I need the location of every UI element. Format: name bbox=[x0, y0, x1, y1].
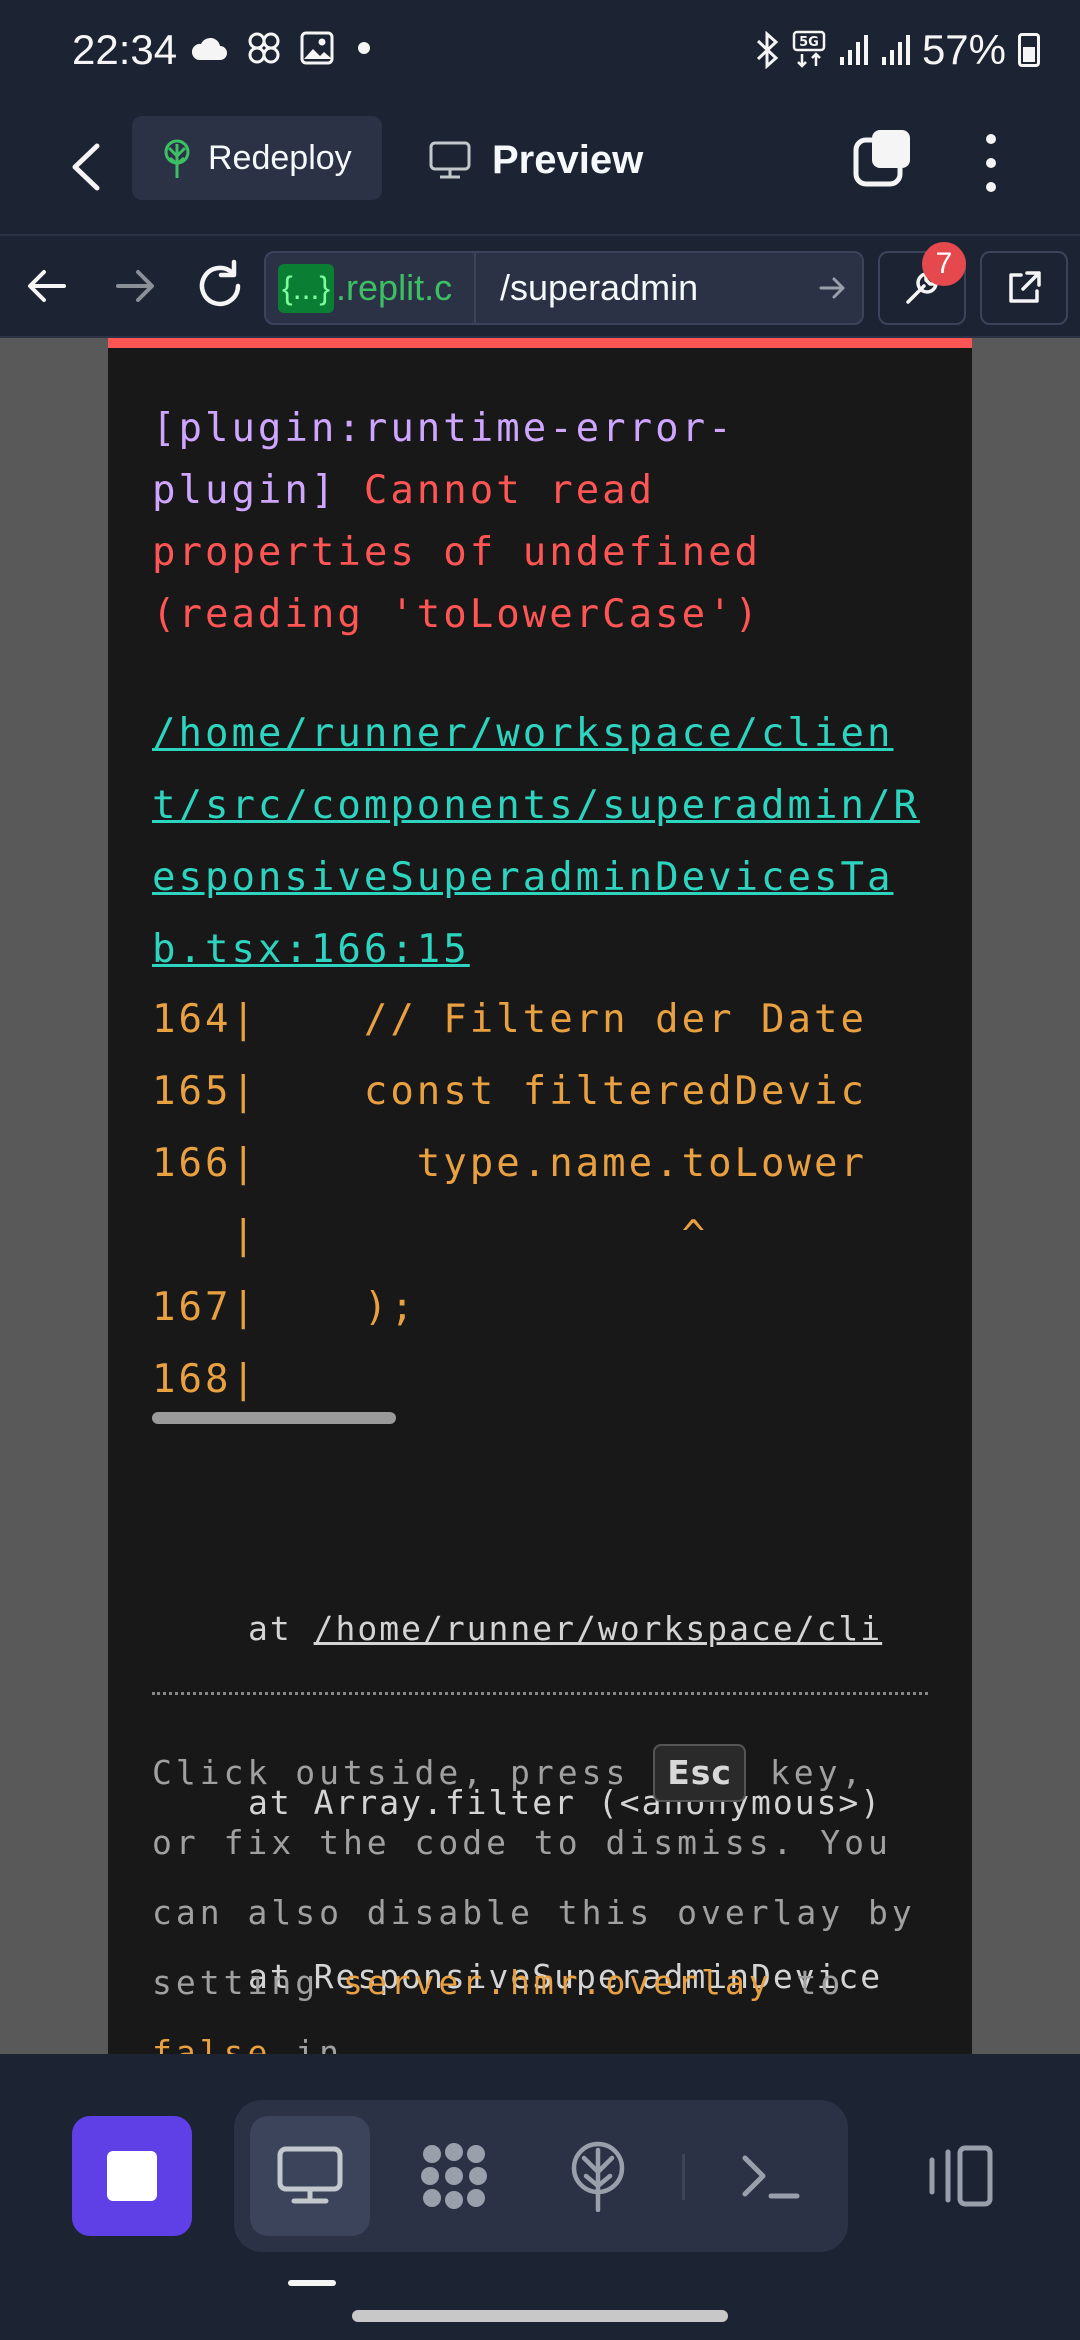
deployments-button[interactable] bbox=[538, 2116, 658, 2236]
image-icon bbox=[300, 31, 334, 65]
stop-icon bbox=[107, 2151, 157, 2201]
error-message: [plugin:runtime-error-plugin] Cannot rea… bbox=[152, 398, 912, 646]
reload-icon bbox=[199, 259, 241, 307]
tip-text: in bbox=[271, 2033, 343, 2054]
tabs-icon bbox=[853, 130, 910, 187]
deploy-icon bbox=[164, 139, 190, 178]
status-bar: 22:34 5G 57% bbox=[0, 0, 1080, 108]
panels-button[interactable] bbox=[900, 2116, 1020, 2236]
url-go-button[interactable] bbox=[802, 253, 862, 323]
panels-icon bbox=[929, 2145, 993, 2207]
error-file-link[interactable]: /home/runner/workspace/client/src/compon… bbox=[152, 698, 922, 986]
monitor-icon bbox=[429, 141, 471, 179]
shell-button[interactable] bbox=[710, 2116, 830, 2236]
code-line: 166| type.name.toLower bbox=[152, 1141, 867, 1186]
battery-icon bbox=[1018, 33, 1040, 67]
browser-reload-button[interactable] bbox=[192, 256, 248, 316]
esc-key: Esc bbox=[653, 1744, 746, 1802]
shell-icon bbox=[742, 2155, 800, 2199]
stack-line: at /home/runner/workspace/cli bbox=[248, 1600, 928, 1658]
preview-page[interactable]: [plugin:runtime-error-plugin] Cannot rea… bbox=[0, 338, 1080, 2054]
preview-icon bbox=[277, 2146, 343, 2204]
5g-icon: 5G bbox=[792, 30, 826, 68]
signal-icon bbox=[881, 35, 910, 65]
workspace-apps-icon bbox=[421, 2143, 487, 2209]
cloud-icon bbox=[191, 37, 227, 60]
url-path-input[interactable]: /superadmin bbox=[476, 267, 802, 309]
code-line: 164| // Filtern der Date bbox=[152, 997, 867, 1042]
tabs-switcher-button[interactable] bbox=[852, 128, 912, 190]
bottom-toolbar bbox=[0, 2054, 1080, 2340]
status-time: 22:34 bbox=[72, 26, 178, 73]
home-indicator[interactable] bbox=[352, 2310, 728, 2322]
code-frame[interactable]: 164| // Filtern der Date 165| const filt… bbox=[152, 984, 928, 1404]
tip-text: Click outside, press bbox=[152, 1753, 654, 1792]
chevron-left-icon bbox=[72, 143, 100, 191]
stack-file-link[interactable]: /home/runner/workspace/cli bbox=[314, 1609, 883, 1648]
battery-percent: 57% bbox=[921, 26, 1006, 73]
dot-icon bbox=[358, 42, 370, 54]
browser-forward-button[interactable] bbox=[110, 258, 158, 314]
preview-tab[interactable]: Preview bbox=[428, 120, 643, 200]
devtools-badge: 7 bbox=[922, 242, 966, 286]
code-frame-scrollbar[interactable] bbox=[152, 1412, 396, 1424]
url-bar[interactable]: {...} .replit.c /superadmin bbox=[264, 251, 864, 325]
arrow-right-icon bbox=[116, 270, 154, 302]
signal-icon bbox=[839, 35, 868, 65]
url-badge: {...} bbox=[278, 263, 335, 313]
tip-false: false bbox=[152, 2033, 272, 2054]
browser-nav-bar: {...} .replit.c /superadmin bbox=[0, 234, 1080, 338]
more-dot bbox=[986, 182, 996, 192]
more-dot bbox=[986, 158, 996, 168]
back-button[interactable] bbox=[56, 132, 116, 202]
code-line: 167| ); bbox=[152, 1285, 417, 1330]
url-domain[interactable]: {...} .replit.c bbox=[266, 253, 476, 323]
arrow-right-icon bbox=[819, 277, 845, 299]
active-tool-indicator bbox=[288, 2280, 336, 2286]
open-in-new-tab-button[interactable] bbox=[980, 251, 1068, 325]
bluetooth-icon bbox=[756, 31, 779, 69]
more-dot bbox=[986, 134, 996, 144]
preview-label: Preview bbox=[492, 137, 644, 182]
dismiss-tip: Click outside, press Esc key, or fix the… bbox=[152, 1738, 928, 2054]
app-bar: Redeploy Preview bbox=[0, 108, 1080, 234]
browser-back-button[interactable] bbox=[24, 258, 72, 314]
tool-group bbox=[234, 2100, 848, 2252]
stack-prefix: at bbox=[248, 1609, 314, 1648]
redeploy-label: Redeploy bbox=[208, 138, 352, 177]
deployments-icon bbox=[571, 2141, 625, 2212]
code-line: 165| const filteredDevic bbox=[152, 1069, 867, 1114]
divider bbox=[152, 1692, 928, 1695]
stop-button[interactable] bbox=[72, 2116, 192, 2236]
url-domain-text: .replit.c bbox=[336, 267, 453, 308]
error-overlay[interactable]: [plugin:runtime-error-plugin] Cannot rea… bbox=[108, 338, 972, 2054]
workspace-apps-button[interactable] bbox=[394, 2116, 514, 2236]
external-link-icon bbox=[1009, 271, 1041, 303]
pinwheel-icon bbox=[248, 32, 280, 64]
tip-setting: server.hmr.overlay bbox=[342, 1963, 773, 2002]
tool-separator bbox=[682, 2154, 685, 2200]
code-line: | ^ bbox=[152, 1213, 709, 1258]
redeploy-button[interactable]: Redeploy bbox=[132, 116, 382, 200]
tip-text: to bbox=[772, 1963, 845, 2002]
status-system-icons: 5G 57% bbox=[754, 26, 1040, 74]
arrow-left-icon bbox=[28, 270, 66, 302]
status-notification-icons bbox=[190, 30, 376, 66]
code-line: 168| bbox=[152, 1357, 258, 1402]
svg-text:5G: 5G bbox=[799, 35, 819, 50]
preview-tool-button[interactable] bbox=[250, 2116, 370, 2236]
more-options-button[interactable] bbox=[966, 128, 1016, 198]
